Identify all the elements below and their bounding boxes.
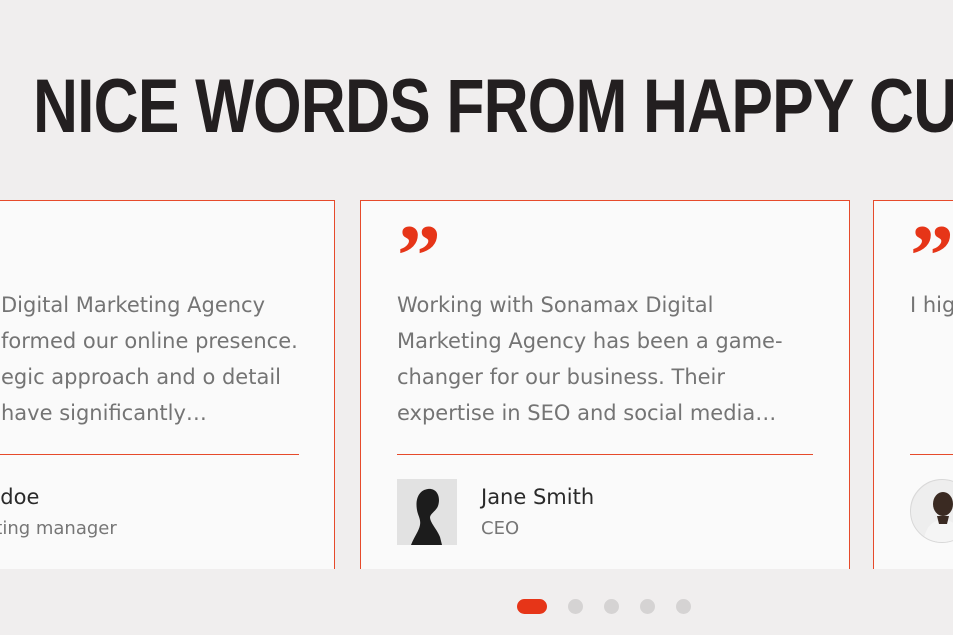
customer-name: Jane Smith — [481, 485, 595, 509]
testimonial-card: ” I hig Mar to in The — [873, 200, 953, 569]
testimonial-card: ” Working with Sonamax Digital Marketing… — [360, 200, 850, 569]
testimonial-card: Digital Marketing Agency formed our onli… — [0, 200, 335, 569]
testimonial-quote: Digital Marketing Agency formed our onli… — [1, 293, 298, 425]
woman-silhouette-avatar — [397, 479, 457, 545]
testimonial-carousel[interactable]: Digital Marketing Agency formed our onli… — [0, 200, 953, 569]
card-divider — [0, 454, 299, 455]
testimonials-section: NICE WORDS FROM HAPPY CUSTOMERS Digital … — [0, 0, 953, 635]
customer-role: rketing manager — [0, 518, 117, 539]
card-divider — [910, 454, 953, 455]
testimonial-quote: Working with Sonamax Digital Marketing A… — [397, 293, 783, 425]
customer-role: CEO — [481, 518, 520, 539]
pagination-dot-active[interactable] — [517, 599, 547, 614]
pagination-dot[interactable] — [568, 599, 583, 614]
section-heading: NICE WORDS FROM HAPPY CUSTOMERS — [33, 64, 953, 149]
carousel-pagination — [517, 599, 691, 614]
pagination-dot[interactable] — [640, 599, 655, 614]
man-avatar — [910, 479, 953, 543]
customer-name: nn doe — [0, 485, 40, 509]
card-divider — [397, 454, 813, 455]
testimonial-quote: I hig Mar to in The — [910, 293, 953, 317]
pagination-dot[interactable] — [604, 599, 619, 614]
pagination-dot[interactable] — [676, 599, 691, 614]
